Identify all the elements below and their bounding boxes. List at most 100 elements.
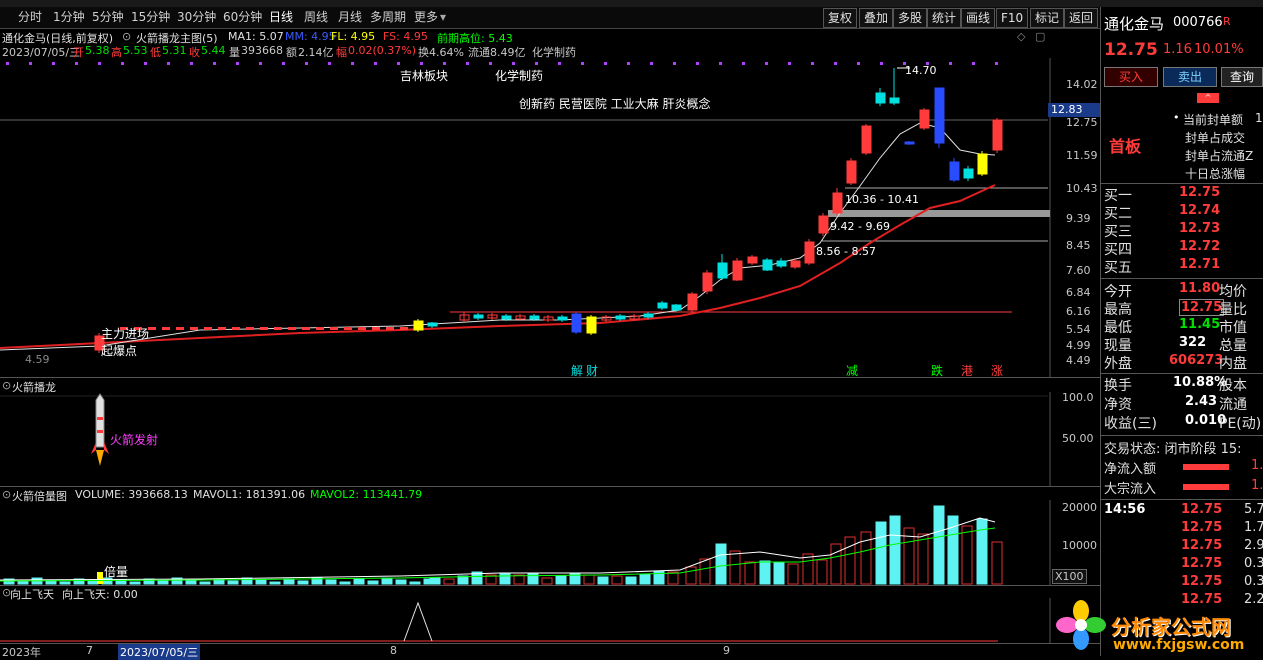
stat-label: 收益(三) — [1104, 416, 1157, 432]
tab-monthly[interactable]: 月线 — [338, 9, 362, 26]
candle — [302, 327, 310, 330]
quote-grid: 今开 11.80 均价 最高 12.75 量比 最低 11.45 市值 现量 322 总量 外盘 6062… — [1101, 279, 1263, 372]
period-toolbar: 分时 1分钟 5分钟 15分钟 30分钟 60分钟 日线 周线 月线 多周期 更… — [0, 7, 1100, 29]
price-marker: 12.83 — [1048, 103, 1103, 117]
fuquan-button[interactable]: 复权 — [823, 8, 858, 28]
volume-bar — [227, 580, 239, 585]
sell-button[interactable]: 卖出 — [1163, 67, 1217, 87]
candle — [473, 314, 484, 319]
seal-amount-value: 1.4 — [1255, 111, 1263, 125]
tab-30min[interactable]: 30分钟 — [177, 9, 216, 26]
panel2-settings-icon[interactable]: ⊙ — [2, 379, 11, 392]
stock-name: 通化金马 — [1104, 15, 1165, 33]
candle — [776, 260, 787, 267]
multi-stock-button[interactable]: 多股 — [893, 8, 928, 28]
volume-bar — [255, 579, 267, 585]
panel-divider — [0, 486, 1100, 487]
block-inflow-label: 大宗流入 — [1104, 482, 1157, 497]
tick-volume: 2.2 — [1244, 592, 1263, 607]
candle — [643, 313, 654, 318]
volume-bar — [917, 533, 929, 585]
divider — [1101, 373, 1263, 374]
panel2-axis-top: 100.0 — [1062, 391, 1094, 404]
volume-bar — [976, 518, 988, 585]
concepts-label: 创新药 民营医院 工业大麻 肝炎概念 — [519, 97, 711, 111]
stat-label: 换手 — [1104, 378, 1132, 394]
buy-button[interactable]: 买入 — [1104, 67, 1158, 87]
query-button[interactable]: 查询 — [1221, 67, 1263, 87]
candle — [148, 327, 156, 330]
orderbook-price: 12.73 — [1179, 221, 1221, 236]
candle — [934, 87, 945, 144]
tab-more[interactable]: 更多 — [414, 9, 438, 26]
high-value: 5.53 — [123, 44, 148, 57]
last-price: 12.75 — [1104, 40, 1158, 60]
mm-value: MM: 4.95 — [285, 30, 336, 43]
mark-button[interactable]: 标记 — [1030, 8, 1065, 28]
candle — [413, 320, 424, 331]
volume-bar — [283, 578, 295, 585]
dotted-top-marker — [719, 62, 722, 65]
price-axis-tick: 7.60 — [1066, 264, 1091, 277]
settings-icon[interactable]: ⊙ — [122, 30, 131, 43]
price-change: 1.16 — [1163, 42, 1192, 57]
dotted-top-marker — [75, 62, 78, 65]
draw-line-button[interactable]: 画线 — [961, 8, 996, 28]
price-axis-tick: 12.75 — [1066, 116, 1098, 129]
rocket-icon — [95, 393, 105, 448]
stats-button[interactable]: 统计 — [927, 8, 962, 28]
quote-value: 12.75 — [1179, 299, 1225, 316]
tick-price: 12.75 — [1181, 520, 1223, 535]
price-axis-tick: 4.99 — [1066, 339, 1091, 352]
tab-fenshi[interactable]: 分时 — [18, 9, 42, 26]
tab-1min[interactable]: 1分钟 — [53, 9, 85, 26]
tab-weekly[interactable]: 周线 — [304, 9, 328, 26]
chevron-down-icon[interactable]: ▾ — [440, 9, 446, 26]
tab-15min[interactable]: 15分钟 — [131, 9, 170, 26]
candle — [400, 327, 408, 330]
overlay-button[interactable]: 叠加 — [859, 8, 894, 28]
volume-bar — [241, 577, 253, 585]
candle — [204, 327, 212, 330]
maximize-icon[interactable]: ▢ — [1035, 30, 1045, 43]
quote-label: 均价 — [1219, 284, 1247, 300]
volume-bar — [129, 581, 141, 585]
volume-bar — [367, 580, 379, 585]
rocket-panel[interactable] — [0, 392, 1100, 487]
tab-60min[interactable]: 60分钟 — [223, 9, 262, 26]
orderbook-price: 12.74 — [1179, 203, 1221, 218]
candle — [218, 327, 226, 330]
candle — [919, 109, 930, 129]
candle — [949, 161, 960, 181]
fly-panel[interactable] — [0, 598, 1100, 643]
rocket-launch-label: 火箭发射 — [110, 433, 159, 447]
dotted-top-marker — [512, 62, 515, 65]
dotted-top-marker — [6, 62, 9, 65]
diamond-icon[interactable]: ◇ — [1017, 30, 1025, 43]
price-axis-tick: 6.16 — [1066, 305, 1091, 318]
dotted-top-marker — [282, 62, 285, 65]
candle — [288, 327, 296, 330]
volume-chart[interactable] — [0, 500, 1100, 585]
tab-multi-period[interactable]: 多周期 — [370, 9, 406, 26]
candle — [557, 316, 568, 321]
industry-label: 化学制药 — [495, 69, 544, 83]
stock-code: 000766 — [1173, 15, 1223, 30]
back-button[interactable]: 返回 — [1064, 8, 1099, 28]
divider — [1101, 499, 1263, 500]
volume-bar — [667, 571, 679, 585]
dotted-top-marker — [673, 62, 676, 65]
f10-button[interactable]: F10 — [996, 8, 1029, 28]
dotted-top-marker — [259, 62, 262, 65]
dotted-top-marker — [443, 62, 446, 65]
tick-list[interactable]: 14:56 12.75 5.7 12.75 1.7 12.75 2.9 12.75 0.3 12.… — [1101, 501, 1263, 621]
low-value: 5.31 — [162, 44, 187, 57]
collapse-icon[interactable]: ^ — [1197, 93, 1219, 103]
seal-trade-ratio-label: 封单占成交 — [1185, 131, 1246, 145]
tab-daily[interactable]: 日线 — [269, 9, 293, 26]
quote-value: 322 — [1179, 335, 1207, 350]
tab-5min[interactable]: 5分钟 — [92, 9, 124, 26]
axis-month-7: 7 — [86, 644, 93, 657]
volume-bar — [17, 580, 29, 585]
volume-bar — [625, 576, 637, 585]
